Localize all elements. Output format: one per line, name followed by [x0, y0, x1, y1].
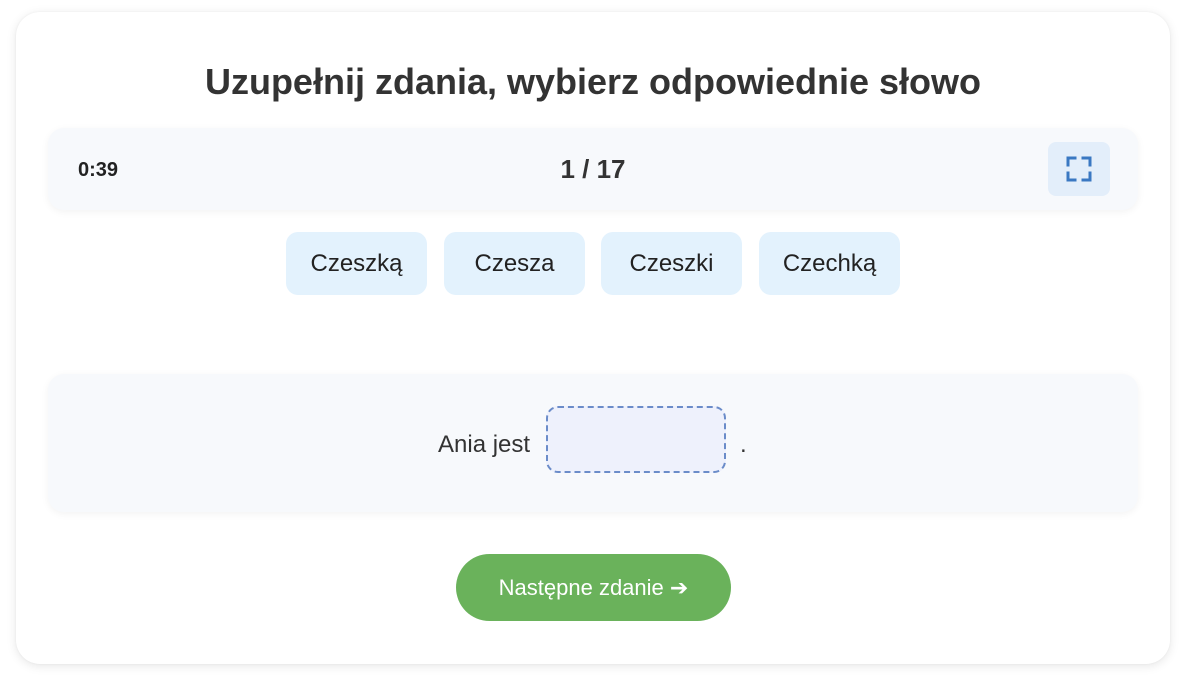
- next-sentence-button[interactable]: Następne zdanie ➔: [456, 554, 731, 621]
- word-option[interactable]: Czeszki: [601, 232, 742, 295]
- fullscreen-button[interactable]: [1048, 142, 1110, 196]
- answer-drop-zone[interactable]: [546, 406, 726, 473]
- word-option[interactable]: Czeszką: [286, 232, 427, 295]
- sentence-text-before: Ania jest: [438, 431, 531, 458]
- sentence-text-after: .: [740, 431, 747, 458]
- word-options: Czeszką Czesza Czeszki Czechką: [286, 232, 900, 296]
- word-option[interactable]: Czechką: [759, 232, 900, 295]
- status-bar: 0:39 1 / 17: [48, 128, 1138, 210]
- word-option[interactable]: Czesza: [444, 232, 585, 295]
- exercise-card: Uzupełnij zdania, wybierz odpowiednie sł…: [16, 12, 1170, 664]
- sentence-panel: Ania jest .: [48, 374, 1138, 512]
- fullscreen-icon: [1066, 156, 1092, 182]
- page-title: Uzupełnij zdania, wybierz odpowiednie sł…: [204, 61, 982, 102]
- progress-counter: 1 / 17: [560, 154, 626, 184]
